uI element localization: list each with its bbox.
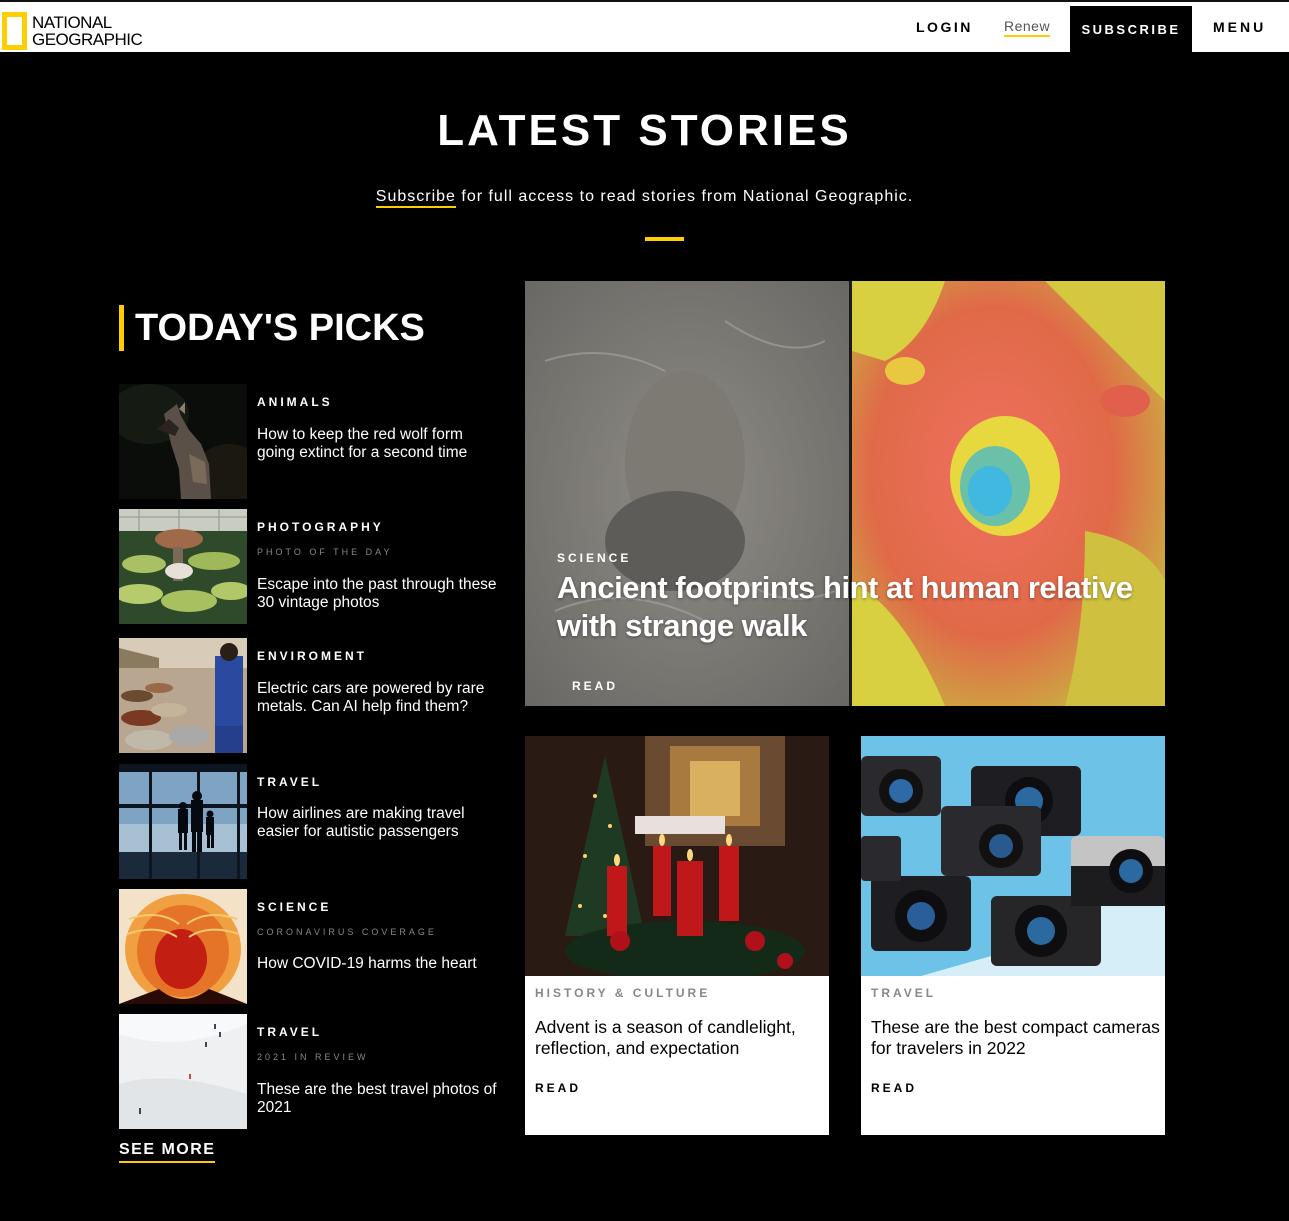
card-category[interactable]: TRAVEL [871,986,936,1000]
card-category[interactable]: HISTORY & CULTURE [535,986,710,1000]
pick-category[interactable]: ANIMALS [257,395,333,409]
page-title: LATEST STORIES [437,106,852,155]
pick-item[interactable]: PHOTOGRAPHY PHOTO OF THE DAY Escape into… [119,509,499,624]
featured-title[interactable]: Ancient footprints hint at human relativ… [557,569,1157,645]
pick-category[interactable]: SCIENCE [257,900,331,914]
pick-thumbnail[interactable] [119,1014,247,1129]
section-divider [645,237,684,241]
story-card[interactable]: TRAVEL These are the best compact camera… [861,736,1165,1135]
pick-item[interactable]: ANIMALS How to keep the red wolf form go… [119,384,499,499]
pick-title[interactable]: How airlines are making travel easier fo… [257,805,497,841]
pick-kicker: CORONAVIRUS COVERAGE [257,927,437,937]
subscribe-prompt: Subscribe for full access to read storie… [0,188,1289,208]
pick-item[interactable]: TRAVEL 2021 IN REVIEW These are the best… [119,1014,499,1129]
card-read-link[interactable]: READ [535,1081,581,1095]
card-image[interactable] [861,736,1165,976]
pick-kicker: 2021 IN REVIEW [257,1052,369,1062]
pick-category[interactable]: PHOTOGRAPHY [257,520,384,534]
pick-kicker: PHOTO OF THE DAY [257,547,393,557]
todays-picks-heading: TODAY'S PICKS [119,305,425,351]
subscribe-inline-link[interactable]: Subscribe [375,188,456,208]
pick-item[interactable]: TRAVEL How airlines are making travel ea… [119,764,499,879]
featured-story[interactable]: SCIENCE Ancient footprints hint at human… [525,281,1165,706]
pick-thumbnail[interactable] [119,889,247,1004]
login-link[interactable]: LOGIN [916,19,973,35]
pick-title[interactable]: Escape into the past through these 30 vi… [257,576,497,612]
card-read-link[interactable]: READ [871,1081,917,1095]
site-header: NATIONAL GEOGRAPHIC LOGIN Renew SUBSCRIB… [0,0,1289,52]
subscribe-prompt-text: for full access to read stories from Nat… [455,188,914,205]
pick-thumbnail[interactable] [119,384,247,499]
logo-wordmark: NATIONAL GEOGRAPHIC [32,13,143,49]
pick-category[interactable]: TRAVEL [257,1025,322,1039]
featured-read-link[interactable]: READ [572,679,618,693]
pick-item[interactable]: ENVIROMENT Electric cars are powered by … [119,638,499,753]
pick-category[interactable]: ENVIROMENT [257,649,367,663]
pick-thumbnail[interactable] [119,764,247,879]
card-title[interactable]: Advent is a season of candlelight, refle… [535,1017,825,1059]
menu-button[interactable]: MENU [1213,19,1266,35]
see-more-link[interactable]: SEE MORE [119,1141,216,1163]
featured-category[interactable]: SCIENCE [557,551,631,565]
pick-title[interactable]: How COVID-19 harms the heart [257,955,497,973]
subscribe-button[interactable]: SUBSCRIBE [1070,6,1192,52]
logo-yellow-frame-icon [2,12,27,50]
natgeo-logo[interactable]: NATIONAL GEOGRAPHIC [2,12,143,50]
card-title[interactable]: These are the best compact cameras for t… [871,1017,1161,1059]
pick-category[interactable]: TRAVEL [257,775,322,789]
card-image[interactable] [525,736,829,976]
pick-item[interactable]: SCIENCE CORONAVIRUS COVERAGE How COVID-1… [119,889,499,1004]
pick-thumbnail[interactable] [119,509,247,624]
pick-title[interactable]: How to keep the red wolf form going exti… [257,426,497,462]
story-card[interactable]: HISTORY & CULTURE Advent is a season of … [525,736,829,1135]
pick-title[interactable]: Electric cars are powered by rare metals… [257,680,497,716]
pick-title[interactable]: These are the best travel photos of 2021 [257,1081,497,1117]
renew-link[interactable]: Renew [1004,18,1051,37]
pick-thumbnail[interactable] [119,638,247,753]
